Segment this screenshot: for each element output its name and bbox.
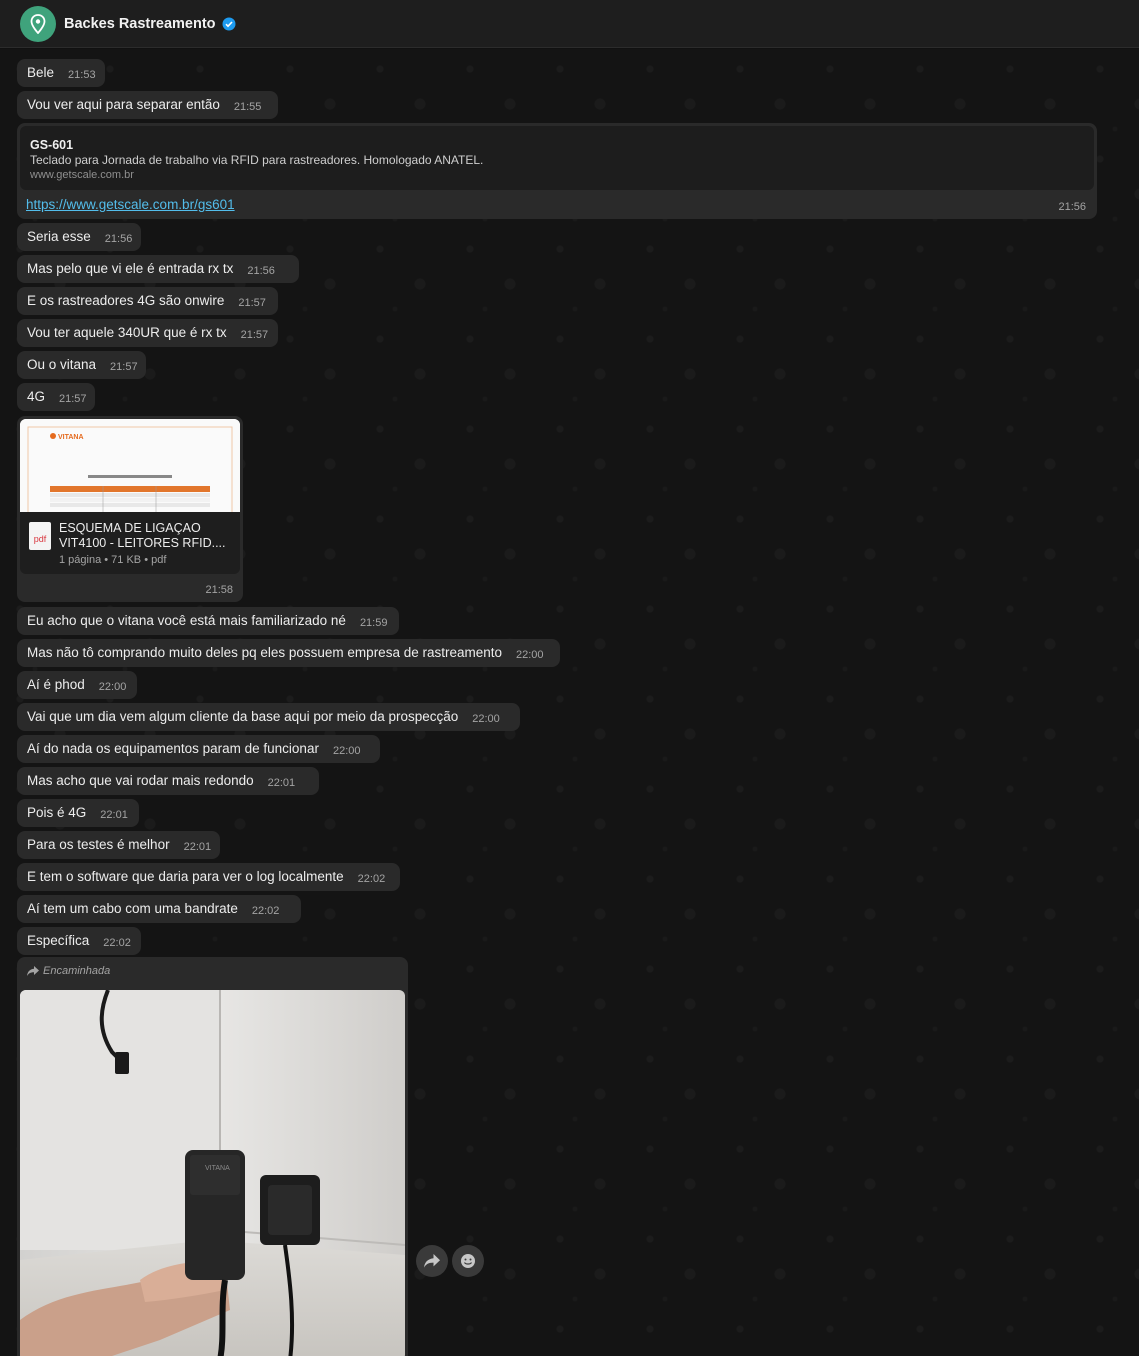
message-time: 22:00 — [516, 649, 544, 661]
message-text: Aí tem um cabo com uma bandrate — [27, 901, 238, 916]
contact-name[interactable]: Backes Rastreamento — [64, 16, 216, 32]
message-bubble[interactable]: Vai que um dia vem algum cliente da base… — [17, 703, 520, 731]
message-time: 21:57 — [110, 361, 138, 373]
message-text: E os rastreadores 4G são onwire — [27, 293, 225, 308]
message-time: 21:59 — [359, 617, 388, 629]
message-time: 22:00 — [98, 681, 127, 693]
forwarded-text: Encaminhada — [43, 965, 111, 977]
message-text: Aí é phod — [27, 677, 85, 692]
message-bubble[interactable]: Pois é 4G 22:01 — [17, 799, 139, 827]
message-text: Para os testes é melhor — [27, 837, 170, 852]
document-thumbnail[interactable]: VITANA — [20, 419, 240, 512]
message-bubble[interactable]: Para os testes é melhor 22:01 — [17, 831, 220, 859]
message-bubble[interactable]: Bele 21:53 — [17, 59, 105, 87]
message-time: 22:01 — [183, 841, 212, 853]
message-time: 21:57 — [238, 297, 266, 309]
message-time: 21:56 — [247, 265, 275, 277]
verified-badge-icon — [222, 17, 236, 31]
message-time: 21:53 — [68, 69, 96, 81]
message-bubble[interactable]: Aí do nada os equipamentos param de func… — [17, 735, 380, 763]
link-preview-card[interactable]: GS-601 Teclado para Jornada de trabalho … — [20, 126, 1094, 190]
message-text: Vai que um dia vem algum cliente da base… — [27, 709, 459, 724]
message-time: 21:57 — [59, 393, 87, 405]
message-time: 21:58 — [205, 584, 233, 596]
message-time: 22:02 — [357, 873, 386, 885]
message-text: Ou o vitana — [27, 357, 97, 372]
message-text: 4G — [27, 389, 46, 404]
link-preview-domain: www.getscale.com.br — [30, 169, 134, 181]
message-bubble[interactable]: E tem o software que daria para ver o lo… — [17, 863, 400, 891]
message-bubble[interactable]: Ou o vitana 21:57 — [17, 351, 146, 379]
message-text: Aí do nada os equipamentos param de func… — [27, 741, 319, 756]
link-message-bubble[interactable]: GS-601 Teclado para Jornada de trabalho … — [17, 123, 1097, 219]
forward-arrow-icon — [27, 966, 39, 976]
forward-button[interactable] — [416, 1245, 448, 1277]
message-text: Vou ver aqui para separar então — [27, 97, 220, 112]
location-pin-icon — [30, 13, 46, 34]
message-bubble[interactable]: Vou ter aquele 340UR que é rx tx 21:57 — [17, 319, 278, 347]
message-bubble[interactable]: 4G 21:57 — [17, 383, 95, 411]
pdf-file-icon: pdf — [29, 522, 51, 550]
device-brand-label: VITANA — [205, 1165, 230, 1172]
message-text: Seria esse — [27, 229, 91, 244]
contact-avatar[interactable] — [20, 5, 56, 42]
message-time: 22:00 — [472, 713, 500, 725]
react-button[interactable] — [452, 1245, 484, 1277]
message-text: Mas pelo que vi ele é entrada rx tx — [27, 261, 234, 276]
message-time: 21:57 — [240, 329, 269, 341]
document-message-bubble[interactable]: VITANA pdf ESQUEMA DE LIGAÇAO VIT4100 - … — [17, 416, 243, 602]
message-text: Vou ter aquele 340UR que é rx tx — [27, 325, 227, 340]
vitana-logo: VITANA — [58, 434, 84, 441]
message-bubble[interactable]: Aí é phod 22:00 — [17, 671, 137, 699]
document-info[interactable]: pdf ESQUEMA DE LIGAÇAO VIT4100 - LEITORE… — [20, 512, 240, 574]
forwarded-label: Encaminhada — [27, 965, 110, 977]
message-bubble[interactable]: Mas não tô comprando muito deles pq eles… — [17, 639, 560, 667]
document-name-line-2: VIT4100 - LEITORES RFID.... — [59, 536, 226, 550]
message-bubble[interactable]: E os rastreadores 4G são onwire 21:57 — [17, 287, 278, 315]
emoji-icon — [461, 1254, 475, 1268]
document-name-line-1: ESQUEMA DE LIGAÇAO — [59, 521, 201, 535]
message-time: 22:02 — [251, 905, 280, 917]
document-name: ESQUEMA DE LIGAÇAO VIT4100 - LEITORES RF… — [59, 521, 231, 551]
message-time: 22:01 — [100, 809, 128, 821]
message-time: 22:02 — [103, 937, 131, 949]
message-time: 21:56 — [1058, 201, 1086, 213]
message-text: Pois é 4G — [27, 805, 87, 820]
chat-header: Backes Rastreamento — [0, 0, 1139, 48]
message-bubble[interactable]: Seria esse 21:56 — [17, 223, 141, 251]
message-time: 21:55 — [233, 101, 262, 113]
message-bubble[interactable]: Mas pelo que vi ele é entrada rx tx 21:5… — [17, 255, 299, 283]
message-text: E tem o software que daria para ver o lo… — [27, 869, 344, 884]
message-text: Mas não tô comprando muito deles pq eles… — [27, 645, 503, 660]
message-text: Específica — [27, 933, 90, 948]
message-photo[interactable]: VITANA — [20, 990, 405, 1356]
message-time: 21:56 — [104, 233, 133, 245]
message-time: 22:01 — [267, 777, 296, 789]
image-message-bubble[interactable]: Encaminhada VITANA — [17, 957, 408, 1356]
link-preview-description: Teclado para Jornada de trabalho via RFI… — [30, 153, 484, 167]
message-link[interactable]: https://www.getscale.com.br/gs601 — [26, 197, 235, 212]
message-bubble[interactable]: Eu acho que o vitana você está mais fami… — [17, 607, 399, 635]
forward-icon — [424, 1254, 440, 1268]
message-text: Mas acho que vai rodar mais redondo — [27, 773, 254, 788]
message-time: 22:00 — [332, 745, 361, 757]
link-preview-title: GS-601 — [30, 138, 74, 152]
message-text: Eu acho que o vitana você está mais fami… — [27, 613, 346, 628]
message-bubble[interactable]: Mas acho que vai rodar mais redondo 22:0… — [17, 767, 319, 795]
document-meta: 1 página • 71 KB • pdf — [59, 554, 167, 566]
message-bubble[interactable]: Vou ver aqui para separar então 21:55 — [17, 91, 278, 119]
message-bubble[interactable]: Específica 22:02 — [17, 927, 141, 955]
message-bubble[interactable]: Aí tem um cabo com uma bandrate 22:02 — [17, 895, 301, 923]
message-text: Bele — [27, 65, 55, 80]
